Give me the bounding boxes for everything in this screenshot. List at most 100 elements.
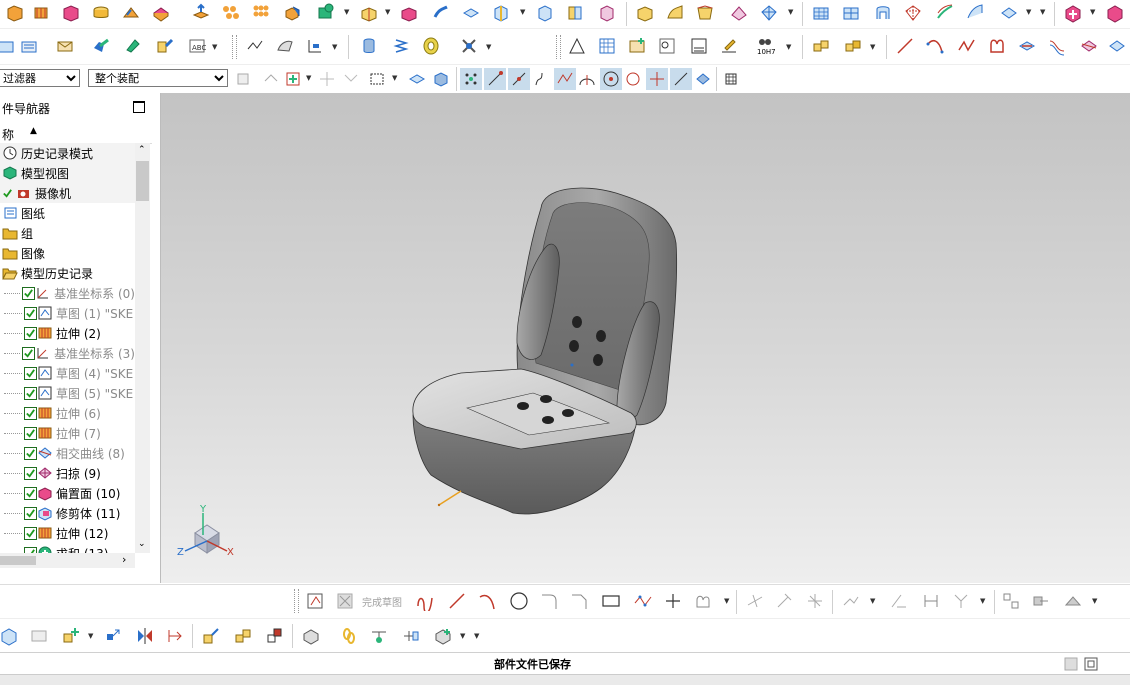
extract-geometry-icon[interactable] xyxy=(534,2,556,24)
feature-checkbox[interactable] xyxy=(24,366,37,380)
styled-dropdown-icon[interactable]: ▼ xyxy=(1026,8,1031,16)
surface-sweep-icon[interactable] xyxy=(664,2,686,24)
snap-midpoint-icon[interactable] xyxy=(508,68,530,90)
auto-balloon-icon[interactable] xyxy=(656,35,678,57)
thicken-tool-icon[interactable] xyxy=(430,2,452,24)
styled-sweep-icon[interactable] xyxy=(998,2,1020,24)
graphics-viewport[interactable]: Y X Z xyxy=(161,93,1130,583)
scroll-right-icon[interactable]: › xyxy=(122,553,126,566)
snap-circle-center-icon[interactable] xyxy=(600,68,622,90)
assembly-scope-select[interactable]: 整个装配 xyxy=(88,69,228,87)
rectangle-dropdown-icon[interactable]: ▼ xyxy=(392,74,397,82)
constraint-navigator-icon[interactable] xyxy=(164,625,186,647)
navigator-node[interactable]: 相交曲线 (8) xyxy=(0,443,135,463)
move-component-icon[interactable] xyxy=(122,35,144,57)
mesh-dropdown-icon[interactable]: ▼ xyxy=(788,8,793,16)
trim-body-tool-icon[interactable] xyxy=(460,2,482,24)
edit-style-icon[interactable] xyxy=(718,35,740,57)
navigator-node[interactable]: 模型历史记录 xyxy=(0,263,135,283)
navigator-node[interactable]: 偏置面 (10) xyxy=(0,483,135,503)
sketch-circle-icon[interactable] xyxy=(508,590,530,612)
toolbar-overflow-icon[interactable]: ▼ xyxy=(1040,8,1045,16)
feature-checkbox[interactable] xyxy=(24,326,37,340)
assembly-constraints-icon[interactable] xyxy=(154,35,176,57)
navigator-node[interactable]: 修剪体 (11) xyxy=(0,503,135,523)
snap-quadrant-icon[interactable] xyxy=(622,68,644,90)
feature-checkbox[interactable] xyxy=(24,386,37,400)
quick-extend-icon[interactable] xyxy=(774,590,796,612)
navigator-node[interactable]: 摄像机 xyxy=(0,183,135,203)
replace-component-icon[interactable] xyxy=(264,625,286,647)
chamfer-tool-icon[interactable] xyxy=(150,2,172,24)
sketch-point-icon[interactable] xyxy=(662,590,684,612)
edit-body-dropdown-icon[interactable]: ▼ xyxy=(1090,8,1095,16)
surface-shape-icon[interactable] xyxy=(274,35,296,57)
draft-dropdown-icon[interactable]: ▼ xyxy=(385,8,390,16)
general-selection-icon[interactable] xyxy=(232,68,254,90)
assembly-cut-icon[interactable] xyxy=(432,625,454,647)
component-group-icon[interactable] xyxy=(232,625,254,647)
navigator-node[interactable]: 求和 (13) xyxy=(0,543,135,553)
feature-checkbox[interactable] xyxy=(24,306,37,320)
sort-ascending-icon[interactable]: ▲ xyxy=(30,126,37,136)
reference-set-icon[interactable] xyxy=(368,625,390,647)
spring-icon[interactable] xyxy=(390,35,412,57)
block-tool-icon[interactable] xyxy=(60,2,82,24)
navigator-node[interactable]: 图像 xyxy=(0,243,135,263)
navigator-node[interactable]: 草图 (4) "SKE xyxy=(0,363,135,383)
scroll-thumb[interactable] xyxy=(136,161,149,201)
snap-endpoint-icon[interactable] xyxy=(484,68,506,90)
mesh-surface-icon[interactable] xyxy=(758,2,780,24)
assembly-cut-dropdown-icon[interactable]: ▼ xyxy=(460,632,465,640)
offset-curve-icon[interactable] xyxy=(1046,35,1068,57)
n-sided-surface-icon[interactable] xyxy=(902,2,924,24)
split-body-tool-icon[interactable] xyxy=(490,2,512,24)
feature-checkbox[interactable] xyxy=(22,286,36,300)
status-fullscreen-icon[interactable] xyxy=(1080,653,1102,675)
pattern-feature-icon[interactable] xyxy=(220,2,242,24)
select-all-dropdown-icon[interactable]: ▼ xyxy=(306,74,311,82)
ruled-surface-icon[interactable] xyxy=(728,2,750,24)
unite-tool-icon[interactable] xyxy=(282,2,304,24)
sketch-polygon-icon[interactable] xyxy=(632,590,654,612)
navigator-node[interactable]: 基准坐标系 (0) xyxy=(0,283,135,303)
sketch-icon[interactable] xyxy=(304,590,326,612)
scroll-up-icon[interactable]: ⌃ xyxy=(138,145,146,155)
swept-surface-icon[interactable] xyxy=(872,2,894,24)
face-blend-icon[interactable] xyxy=(934,2,956,24)
make-corner-icon[interactable] xyxy=(804,590,826,612)
snap-point-icon[interactable] xyxy=(316,68,338,90)
navigator-node[interactable]: 历史记录模式 xyxy=(0,143,135,163)
sketch-fillet-icon[interactable] xyxy=(538,590,560,612)
feature-checkbox[interactable] xyxy=(24,506,37,520)
snap-point-on-face-icon[interactable] xyxy=(670,68,692,90)
finish-sketch-icon[interactable] xyxy=(334,590,356,612)
text-note-icon[interactable]: ABC xyxy=(186,35,208,57)
add-existing-component-icon[interactable] xyxy=(60,625,82,647)
offset-face-tool-icon[interactable] xyxy=(398,2,420,24)
pattern-curve-icon[interactable] xyxy=(1030,590,1052,612)
h-scroll-thumb[interactable] xyxy=(0,556,36,565)
gear-icon[interactable] xyxy=(420,35,442,57)
navigator-node[interactable]: 组 xyxy=(0,223,135,243)
fastener-dropdown-icon[interactable]: ▼ xyxy=(486,43,491,51)
part-list-icon[interactable] xyxy=(626,35,648,57)
navigator-node[interactable]: 图纸 xyxy=(0,203,135,223)
spline-tool-icon[interactable] xyxy=(956,35,978,57)
component-array-icon[interactable] xyxy=(810,35,832,57)
extrude-tool-icon[interactable] xyxy=(4,2,26,24)
through-curves-icon[interactable] xyxy=(840,2,862,24)
filter-reset-icon[interactable] xyxy=(340,68,362,90)
wave-geometry-icon[interactable] xyxy=(28,625,50,647)
snap-arc-center-icon[interactable] xyxy=(576,68,598,90)
feature-checkbox[interactable] xyxy=(22,346,36,360)
finish-sketch-label[interactable]: 完成草图 xyxy=(362,594,402,609)
navigator-node[interactable]: 扫掠 (9) xyxy=(0,463,135,483)
add-component-icon[interactable] xyxy=(90,35,112,57)
sketch-line-icon[interactable] xyxy=(446,590,468,612)
snap-bounded-grid-icon[interactable] xyxy=(692,68,714,90)
assembly-sequence-icon[interactable] xyxy=(300,625,322,647)
spring-cylinder-icon[interactable] xyxy=(358,35,380,57)
snap-control-point-icon[interactable] xyxy=(530,68,552,90)
split-dropdown-icon[interactable]: ▼ xyxy=(520,8,525,16)
